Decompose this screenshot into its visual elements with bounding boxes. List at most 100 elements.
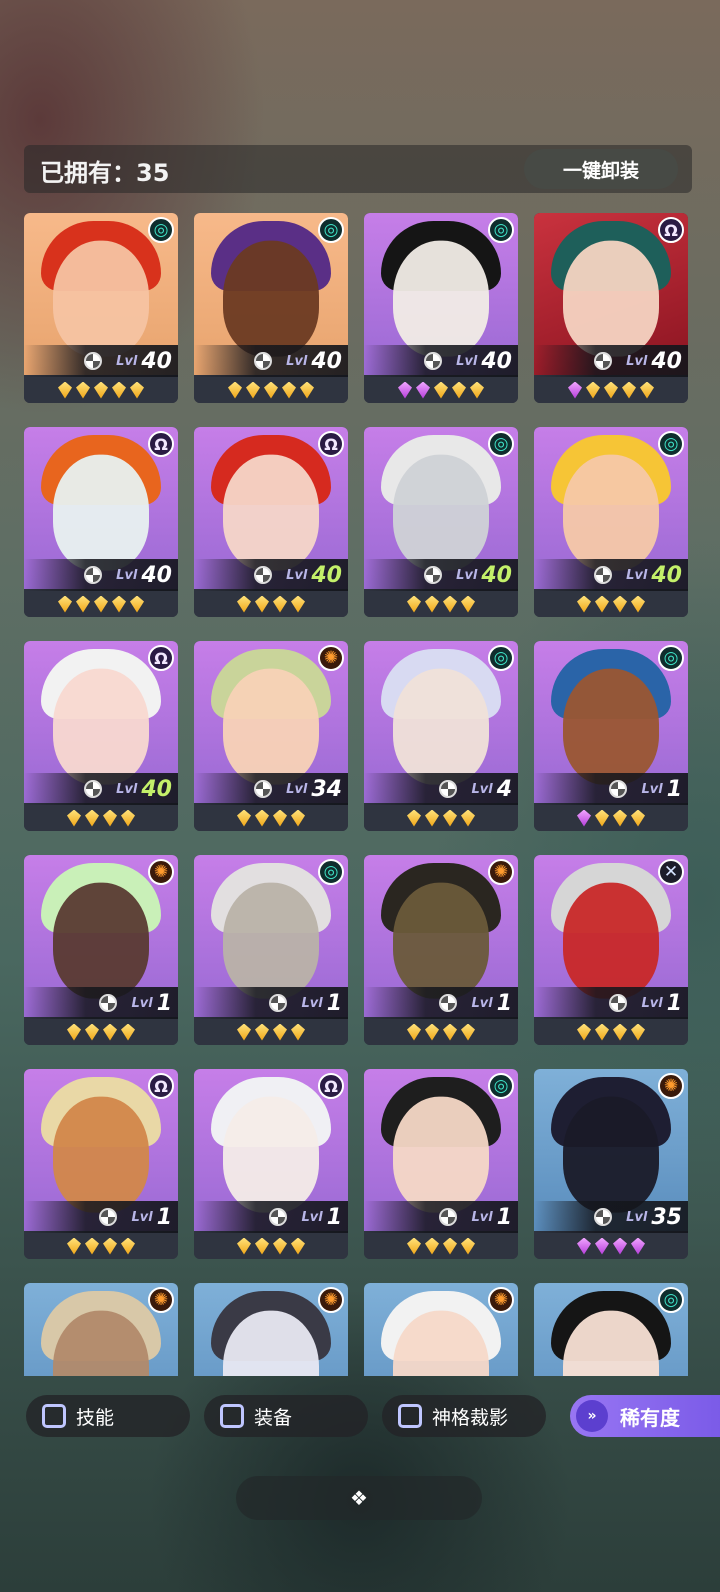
star-gem-icon <box>94 595 108 613</box>
hero-face <box>563 882 659 999</box>
hero-face <box>393 454 489 571</box>
star-gem-icon <box>237 1237 251 1255</box>
hero-card[interactable]: ✺ <box>364 1283 518 1376</box>
spiral-element-icon: ◎ <box>658 645 684 671</box>
star-gem-icon <box>58 595 72 613</box>
hero-level: 34 <box>311 776 342 802</box>
star-gem-icon <box>76 595 90 613</box>
divine-checkbox[interactable] <box>398 1404 422 1428</box>
hero-level: 40 <box>651 562 682 588</box>
level-prefix: Lvl <box>456 353 478 369</box>
hero-card[interactable]: ✕ Lvl 1 <box>534 855 688 1045</box>
progress-pie-icon <box>84 352 103 370</box>
hero-card[interactable]: Ω Lvl 40 <box>194 427 348 617</box>
hero-stars <box>24 805 178 831</box>
hero-level-bar: Lvl 1 <box>364 1201 518 1233</box>
equip-checkbox[interactable] <box>220 1404 244 1428</box>
spiral-element-icon: ◎ <box>318 217 344 243</box>
hero-card[interactable]: ✺ Lvl 1 <box>364 855 518 1045</box>
hero-card[interactable]: Ω Lvl 1 <box>24 1069 178 1259</box>
hero-level: 35 <box>651 1204 682 1230</box>
filter-equip-label: 装备 <box>254 1406 293 1429</box>
star-gem-icon <box>577 595 591 613</box>
hero-level-bar: Lvl 40 <box>534 559 688 591</box>
star-gem-icon <box>255 809 269 827</box>
hero-face <box>563 668 659 785</box>
hero-card[interactable]: ✺ Lvl 1 <box>24 855 178 1045</box>
hero-card[interactable]: ◎ <box>534 1283 688 1376</box>
star-gem-icon <box>443 1023 457 1041</box>
star-gem-icon <box>622 381 636 399</box>
hero-level-bar: Lvl 40 <box>194 559 348 591</box>
star-gem-icon <box>595 595 609 613</box>
hero-card[interactable]: Ω Lvl 40 <box>24 641 178 831</box>
hero-card[interactable]: ✺ Lvl 35 <box>534 1069 688 1259</box>
hero-face <box>53 882 149 999</box>
star-gem-icon <box>398 381 412 399</box>
hero-card[interactable]: Ω Lvl 40 <box>534 213 688 403</box>
hero-card[interactable]: Ω Lvl 40 <box>24 427 178 617</box>
sun-element-icon: ✺ <box>148 1287 174 1313</box>
hero-stars <box>364 1019 518 1045</box>
hero-stars <box>364 591 518 617</box>
filter-divine-label: 神格裁影 <box>432 1406 509 1429</box>
hero-level: 40 <box>141 562 172 588</box>
progress-pie-icon <box>594 566 613 584</box>
level-prefix: Lvl <box>131 1209 153 1225</box>
hero-face <box>393 240 489 357</box>
hero-level-bar: Lvl 40 <box>534 345 688 377</box>
hero-card[interactable]: Ω Lvl 1 <box>194 1069 348 1259</box>
hero-card[interactable]: ◎ Lvl 40 <box>24 213 178 403</box>
star-gem-icon <box>425 809 439 827</box>
hero-card[interactable]: ◎ Lvl 40 <box>364 213 518 403</box>
hero-card[interactable]: ✺ Lvl 34 <box>194 641 348 831</box>
hero-card[interactable]: ◎ Lvl 4 <box>364 641 518 831</box>
hero-face <box>53 240 149 357</box>
hero-card[interactable]: ◎ Lvl 1 <box>194 855 348 1045</box>
level-prefix: Lvl <box>286 567 308 583</box>
filter-divine[interactable]: 神格裁影 <box>382 1395 546 1437</box>
hero-card[interactable]: ✺ <box>24 1283 178 1376</box>
spiral-element-icon: ◎ <box>488 217 514 243</box>
sort-rarity-button[interactable]: » 稀有度 <box>570 1395 720 1437</box>
unequip-all-button[interactable]: 一键卸装 <box>524 149 678 189</box>
hero-card[interactable]: ✺ <box>194 1283 348 1376</box>
star-gem-icon <box>255 1237 269 1255</box>
hero-card[interactable]: ◎ Lvl 40 <box>364 427 518 617</box>
progress-pie-icon <box>594 352 613 370</box>
star-gem-icon <box>300 381 314 399</box>
star-gem-icon <box>407 595 421 613</box>
hero-level-bar: Lvl 1 <box>194 987 348 1019</box>
collapse-handle[interactable]: ❖ <box>236 1476 482 1520</box>
star-gem-icon <box>631 1237 645 1255</box>
star-gem-icon <box>425 595 439 613</box>
sort-chevron-icon: » <box>576 1400 608 1432</box>
hero-level-bar: Lvl 1 <box>24 1201 178 1233</box>
spiral-element-icon: ◎ <box>488 645 514 671</box>
hero-grid-scroll[interactable]: ◎ Lvl 40 ◎ Lvl 40 ◎ Lvl 40 Ω Lvl 40 Ω Lv… <box>24 213 690 1376</box>
star-gem-icon <box>577 1237 591 1255</box>
filter-equip[interactable]: 装备 <box>204 1395 368 1437</box>
star-gem-icon <box>85 1023 99 1041</box>
hero-card[interactable]: ◎ Lvl 40 <box>194 213 348 403</box>
hero-card[interactable]: ◎ Lvl 1 <box>534 641 688 831</box>
hero-card[interactable]: ◎ Lvl 40 <box>534 427 688 617</box>
hero-stars <box>194 805 348 831</box>
hero-level-bar: Lvl 34 <box>194 773 348 805</box>
star-gem-icon <box>407 809 421 827</box>
hero-card[interactable]: ◎ Lvl 1 <box>364 1069 518 1259</box>
hero-level: 1 <box>156 990 172 1016</box>
hero-level: 1 <box>666 990 682 1016</box>
level-prefix: Lvl <box>301 995 323 1011</box>
star-gem-icon <box>568 381 582 399</box>
star-gem-icon <box>577 1023 591 1041</box>
star-gem-icon <box>85 1237 99 1255</box>
hero-stars <box>194 1019 348 1045</box>
hero-level: 1 <box>326 1204 342 1230</box>
skill-checkbox[interactable] <box>42 1404 66 1428</box>
star-gem-icon <box>273 595 287 613</box>
star-gem-icon <box>121 1023 135 1041</box>
filter-skill[interactable]: 技能 <box>26 1395 190 1437</box>
star-gem-icon <box>67 809 81 827</box>
hero-level-bar: Lvl 1 <box>194 1201 348 1233</box>
